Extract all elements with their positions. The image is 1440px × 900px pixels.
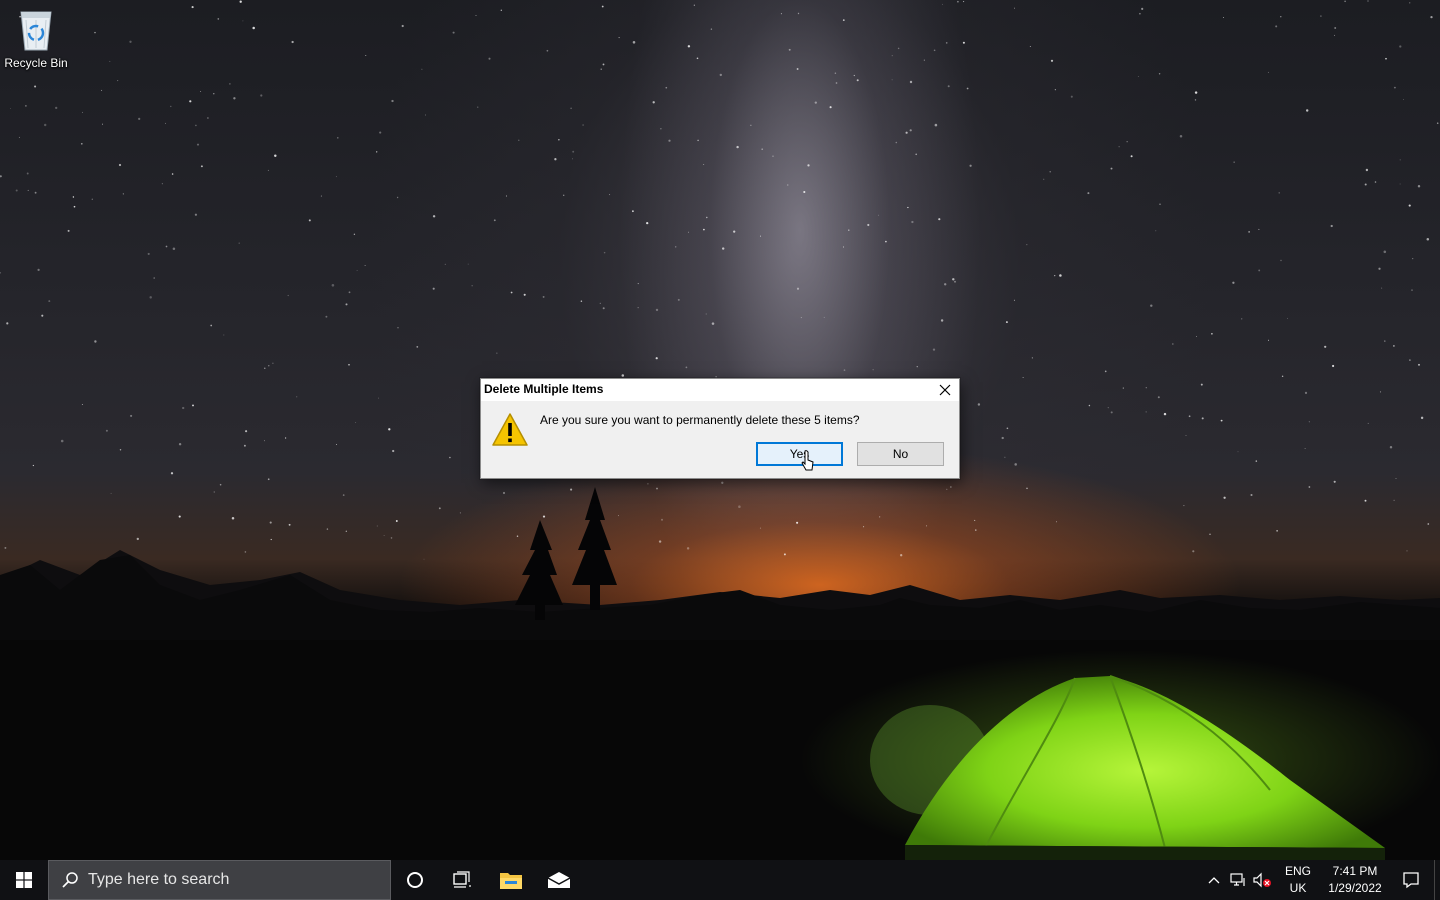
close-icon [939, 384, 951, 396]
windows-logo-icon [16, 872, 32, 888]
network-icon [1230, 873, 1245, 886]
network-button[interactable] [1226, 860, 1250, 900]
clock-time: 7:41 PM [1332, 864, 1378, 878]
warning-icon [492, 413, 528, 446]
volume-muted-icon [1253, 872, 1271, 888]
action-center-button[interactable] [1388, 860, 1434, 900]
taskbar-search-box[interactable]: Type here to search [48, 860, 391, 900]
task-view-icon [453, 871, 471, 888]
mouse-pointer-icon [801, 450, 814, 471]
search-placeholder: Type here to search [88, 871, 230, 888]
action-center-icon [1403, 872, 1419, 889]
no-button[interactable]: No [857, 442, 944, 466]
delete-confirmation-dialog: Delete Multiple Items Are you sure you w… [480, 378, 960, 479]
cortana-icon [407, 872, 423, 888]
recycle-bin-label: Recycle Bin [4, 56, 68, 70]
taskbar: Type here to search ENG UK 7:41 PM 1/29/… [0, 860, 1440, 900]
pine-trees [515, 487, 617, 620]
clock-date: 1/29/2022 [1328, 881, 1382, 895]
system-tray: ENG UK 7:41 PM 1/29/2022 [1202, 860, 1440, 900]
task-view-button[interactable] [439, 860, 487, 900]
dialog-title: Delete Multiple Items [484, 382, 604, 396]
dialog-message: Are you sure you want to permanently del… [540, 413, 860, 427]
show-desktop-button[interactable] [1434, 860, 1440, 900]
file-explorer-button[interactable] [487, 860, 535, 900]
mail-icon [547, 872, 571, 888]
mail-button[interactable] [535, 860, 583, 900]
language-code: ENG [1284, 864, 1311, 878]
chevron-up-icon [1208, 877, 1220, 884]
start-button[interactable] [0, 860, 48, 900]
yes-button[interactable]: Yes [756, 442, 843, 466]
desktop-icon-recycle-bin[interactable]: Recycle Bin [4, 6, 68, 76]
language-region: UK [1289, 881, 1307, 895]
dialog-titlebar[interactable]: Delete Multiple Items [481, 379, 959, 401]
volume-button[interactable] [1250, 860, 1274, 900]
search-icon [62, 872, 78, 888]
input-language-indicator[interactable]: ENG UK [1278, 863, 1318, 897]
taskbar-clock[interactable]: 7:41 PM 1/29/2022 [1322, 863, 1388, 897]
file-explorer-icon [500, 873, 522, 889]
dialog-close-button[interactable] [931, 379, 959, 401]
cortana-button[interactable] [391, 860, 439, 900]
show-hidden-icons-button[interactable] [1202, 860, 1226, 900]
recycle-bin-icon [20, 11, 52, 51]
